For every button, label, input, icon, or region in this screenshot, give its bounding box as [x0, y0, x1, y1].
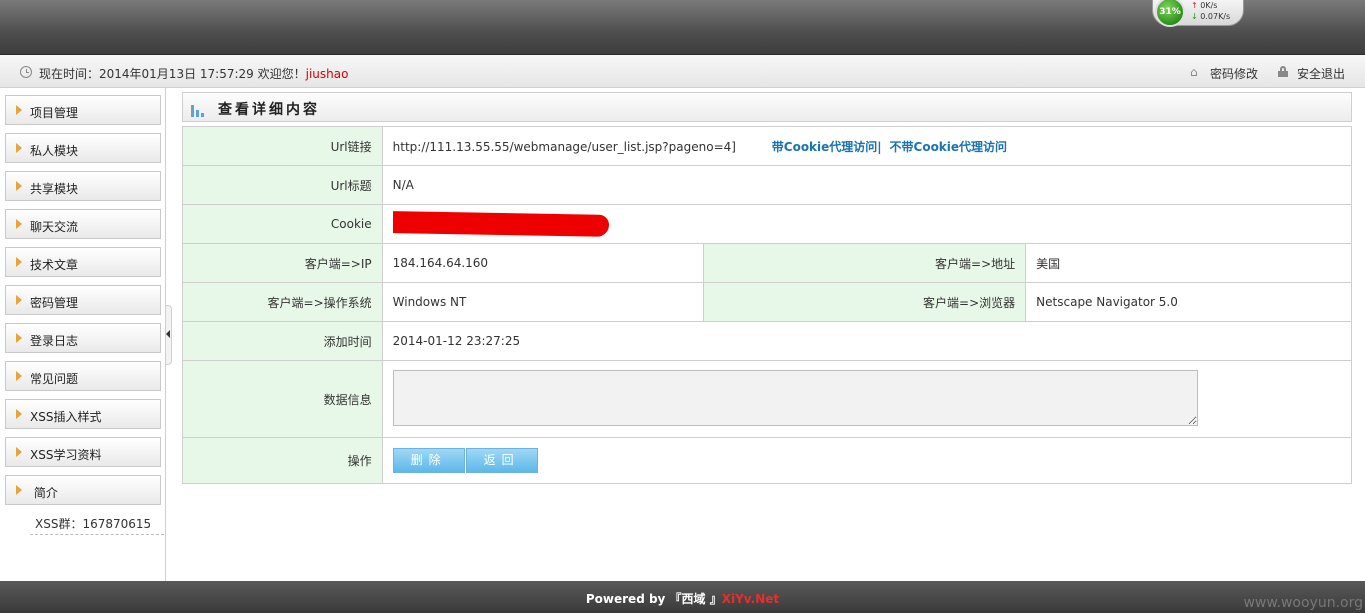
network-speed-widget: 31% ↑ 0K/s ↓ 0.07K/s	[1152, 0, 1244, 27]
back-button[interactable]: 返回	[465, 448, 538, 473]
client-browser-label: 客户端=>浏览器	[703, 282, 1027, 322]
proxy-with-cookie-link[interactable]: 带Cookie代理访问	[772, 140, 878, 154]
change-password-link[interactable]: 密码修改	[1210, 65, 1258, 82]
upload-speed: 0K/s	[1200, 1, 1218, 10]
qq-group-text: XSS群：167870615	[35, 517, 152, 531]
client-os-value: Windows NT	[381, 282, 705, 322]
bar-chart-icon	[191, 101, 207, 117]
top-header: 31% ↑ 0K/s ↓ 0.07K/s	[0, 0, 1365, 55]
sidebar-item-faq[interactable]: 常见问题	[5, 361, 161, 391]
url-value: http://111.13.55.55/webmanage/user_list.…	[392, 139, 736, 154]
lock-icon	[1278, 66, 1288, 77]
home-icon: ⌂	[1190, 65, 1198, 79]
detail-table: Url链接 http://111.13.55.55/webmanage/user…	[182, 126, 1353, 484]
table-row: 客户端=>操作系统 Windows NT 客户端=>浏览器 Netscape N…	[182, 282, 1352, 322]
url-title-label: Url标题	[182, 165, 383, 205]
sidebar-item-private[interactable]: 私人模块	[5, 133, 161, 163]
data-info-label: 数据信息	[182, 360, 383, 438]
cookie-redaction	[392, 211, 609, 237]
client-os-label: 客户端=>操作系统	[182, 282, 383, 322]
table-row: Url链接 http://111.13.55.55/webmanage/user…	[182, 126, 1353, 166]
download-speed: 0.07K/s	[1200, 12, 1231, 21]
current-time-welcome: 现在时间：2014年01月13日 17:57:29 欢迎您！jiushao	[39, 67, 349, 81]
sidebar-item-passwords[interactable]: 密码管理	[5, 285, 161, 315]
panel-header: 查看详细内容	[182, 92, 1352, 122]
added-time-value: 2014-01-12 23:27:25	[381, 321, 1353, 361]
chevron-right-icon	[16, 409, 22, 419]
sidebar-item-chat[interactable]: 聊天交流	[5, 209, 161, 239]
table-row: Cookie	[182, 204, 1353, 244]
cookie-label: Cookie	[182, 204, 383, 244]
panel-title: 查看详细内容	[218, 102, 320, 118]
chevron-right-icon	[16, 447, 22, 457]
chevron-right-icon	[16, 333, 22, 343]
site-name: XiYv.Net	[721, 592, 780, 606]
chevron-right-icon	[16, 371, 22, 381]
chevron-right-icon	[16, 219, 22, 229]
sidebar-item-shared[interactable]: 共享模块	[5, 171, 161, 201]
info-bar: 现在时间：2014年01月13日 17:57:29 欢迎您！jiushao ⌂ …	[0, 55, 1365, 88]
divider	[30, 534, 164, 535]
table-row: 客户端=>IP 184.164.64.160 客户端=>地址 美国	[182, 243, 1352, 283]
watermark: www.wooyun.org	[1243, 595, 1363, 611]
powered-by-text: Powered by 『西域 』	[585, 592, 722, 606]
sidebar: 项目管理 私人模块 共享模块 聊天交流 技术文章 密码管理 登录日志 常见问题 …	[0, 88, 166, 581]
download-arrow-icon: ↓	[1191, 12, 1198, 21]
sidebar-collapse-handle[interactable]	[166, 305, 172, 365]
chevron-right-icon	[16, 257, 22, 267]
url-title-value: N/A	[381, 165, 1353, 205]
client-address-label: 客户端=>地址	[703, 243, 1027, 283]
delete-button[interactable]: 删除	[392, 448, 465, 473]
sidebar-item-xss-resources[interactable]: XSS学习资料	[5, 437, 161, 467]
table-row: 操作 删除 返回	[182, 437, 1353, 484]
url-label: Url链接	[182, 126, 383, 166]
chevron-right-icon	[16, 485, 22, 495]
sidebar-item-about[interactable]: 简介	[5, 475, 161, 505]
data-info-textarea[interactable]	[392, 369, 1198, 426]
action-label: 操作	[182, 437, 383, 484]
proxy-without-cookie-link[interactable]: 不带Cookie代理访问	[890, 140, 1008, 154]
cpu-usage-badge: 31%	[1155, 0, 1185, 27]
table-row: Url标题 N/A	[182, 165, 1353, 205]
sidebar-item-articles[interactable]: 技术文章	[5, 247, 161, 277]
added-time-label: 添加时间	[182, 321, 383, 361]
client-browser-value: Netscape Navigator 5.0	[1025, 282, 1352, 322]
client-ip-value: 184.164.64.160	[381, 243, 705, 283]
logout-link[interactable]: 安全退出	[1297, 65, 1345, 82]
upload-arrow-icon: ↑	[1191, 1, 1198, 10]
client-ip-label: 客户端=>IP	[182, 243, 383, 283]
chevron-right-icon	[16, 181, 22, 191]
sidebar-item-projects[interactable]: 项目管理	[5, 95, 161, 125]
chevron-right-icon	[16, 105, 22, 115]
table-row: 添加时间 2014-01-12 23:27:25	[182, 321, 1353, 361]
chevron-left-icon	[166, 330, 170, 338]
footer: Powered by 『西域 』XiYv.Net	[0, 581, 1365, 613]
clock-icon	[20, 66, 32, 78]
chevron-right-icon	[16, 295, 22, 305]
sidebar-item-login-log[interactable]: 登录日志	[5, 323, 161, 353]
username: jiushao	[305, 67, 349, 81]
sidebar-item-xss-styles[interactable]: XSS插入样式	[5, 399, 161, 429]
client-address-value: 美国	[1025, 243, 1352, 283]
table-row: 数据信息	[182, 360, 1353, 438]
chevron-right-icon	[16, 143, 22, 153]
